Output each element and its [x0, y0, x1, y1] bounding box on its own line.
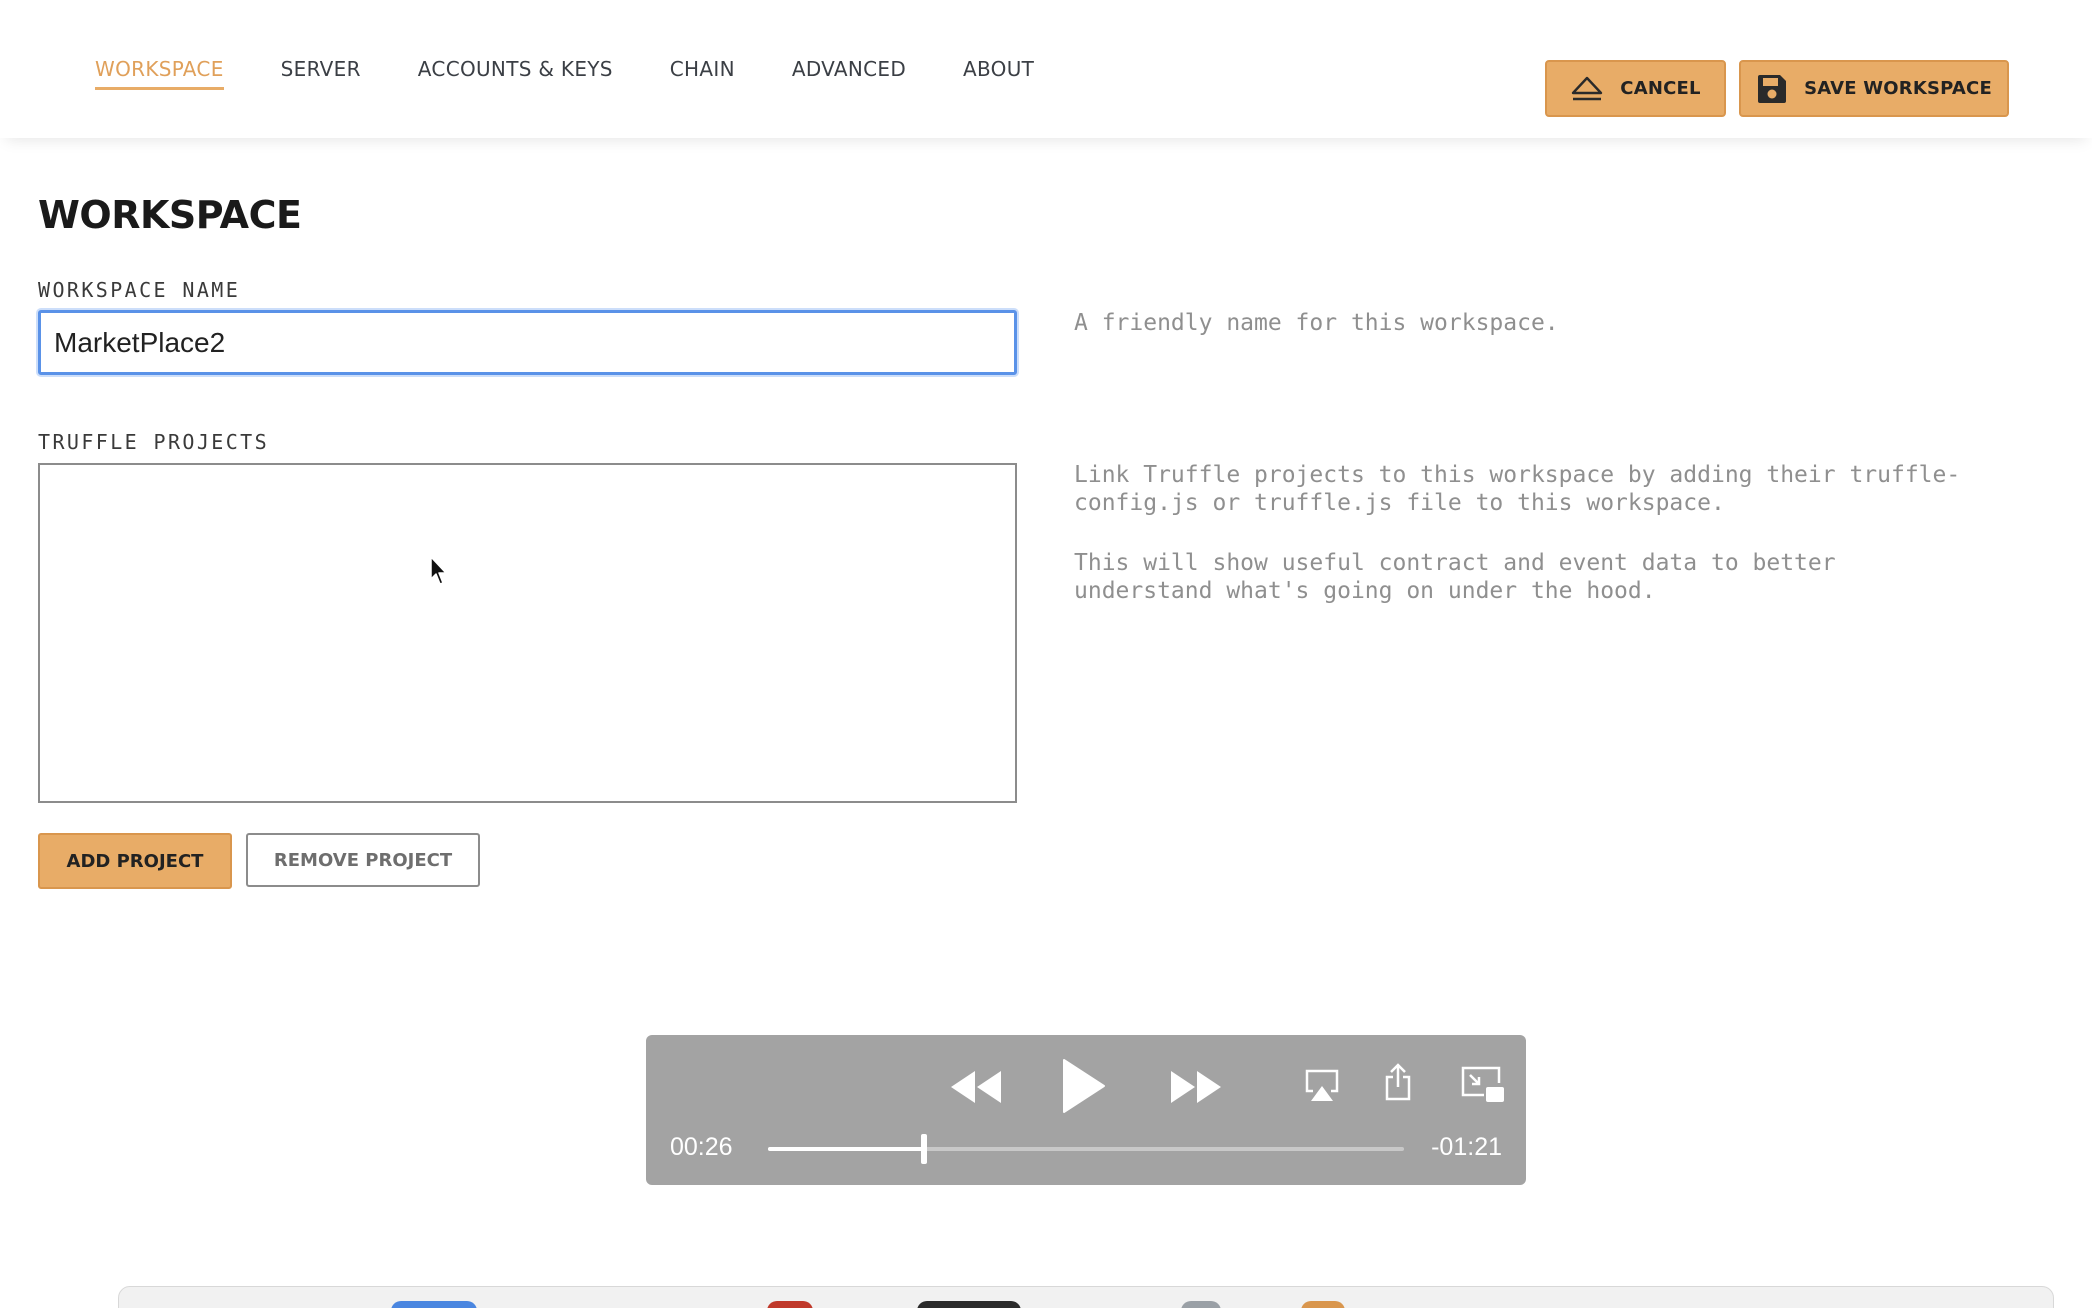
elapsed-time: 00:26 — [670, 1133, 733, 1161]
truffle-projects-help-detail: This will show useful contract and event… — [1074, 550, 1836, 604]
play-icon[interactable] — [1058, 1057, 1108, 1115]
share-icon[interactable] — [1382, 1061, 1414, 1103]
dock-app-icon[interactable] — [917, 1301, 1021, 1308]
truffle-projects-help: Link Truffle projects to this workspace … — [1074, 462, 1961, 516]
picture-in-picture-icon[interactable] — [1460, 1065, 1506, 1105]
floppy-disk-icon — [1756, 73, 1788, 105]
dock-app-icon[interactable] — [767, 1301, 813, 1308]
dock-app-icon[interactable] — [1301, 1301, 1345, 1308]
cancel-label: CANCEL — [1620, 78, 1701, 99]
tab-accounts-keys[interactable]: ACCOUNTS & KEYS — [418, 51, 613, 90]
workspace-name-label: WORKSPACE NAME — [38, 278, 241, 302]
save-workspace-label: SAVE WORKSPACE — [1804, 78, 1992, 99]
mouse-cursor-icon — [430, 556, 450, 591]
dock-app-icon[interactable] — [391, 1301, 477, 1308]
truffle-projects-list[interactable] — [38, 463, 1017, 803]
tab-workspace[interactable]: WORKSPACE — [95, 51, 224, 90]
video-player-controls: 00:26 -01:21 — [646, 1035, 1526, 1185]
page-title: WORKSPACE — [38, 193, 302, 237]
playback-scrubber[interactable] — [768, 1134, 1404, 1164]
workspace-name-input[interactable] — [38, 310, 1017, 375]
playback-progress-fill — [768, 1147, 924, 1151]
tab-chain[interactable]: CHAIN — [670, 51, 735, 90]
remove-project-button[interactable]: REMOVE PROJECT — [246, 833, 480, 887]
cancel-button[interactable]: CANCEL — [1545, 60, 1726, 117]
rewind-icon[interactable] — [948, 1065, 1004, 1109]
workspace-name-help: A friendly name for this workspace. — [1074, 310, 1559, 336]
settings-tabs: WORKSPACE SERVER ACCOUNTS & KEYS CHAIN A… — [95, 0, 1091, 138]
dock-app-icon[interactable] — [1181, 1301, 1221, 1308]
playback-scrubber-knob[interactable] — [920, 1134, 927, 1164]
top-bar: WORKSPACE SERVER ACCOUNTS & KEYS CHAIN A… — [0, 0, 2092, 138]
eject-icon — [1570, 76, 1604, 102]
tab-about[interactable]: ABOUT — [963, 51, 1034, 90]
dock — [118, 1286, 2054, 1308]
tab-advanced[interactable]: ADVANCED — [792, 51, 906, 90]
truffle-projects-label: TRUFFLE PROJECTS — [38, 430, 270, 454]
tab-server[interactable]: SERVER — [281, 51, 361, 90]
save-workspace-button[interactable]: SAVE WORKSPACE — [1739, 60, 2009, 117]
airplay-icon[interactable] — [1303, 1067, 1341, 1105]
add-project-button[interactable]: ADD PROJECT — [38, 833, 232, 889]
remaining-time: -01:21 — [1431, 1133, 1502, 1161]
fast-forward-icon[interactable] — [1168, 1065, 1224, 1109]
